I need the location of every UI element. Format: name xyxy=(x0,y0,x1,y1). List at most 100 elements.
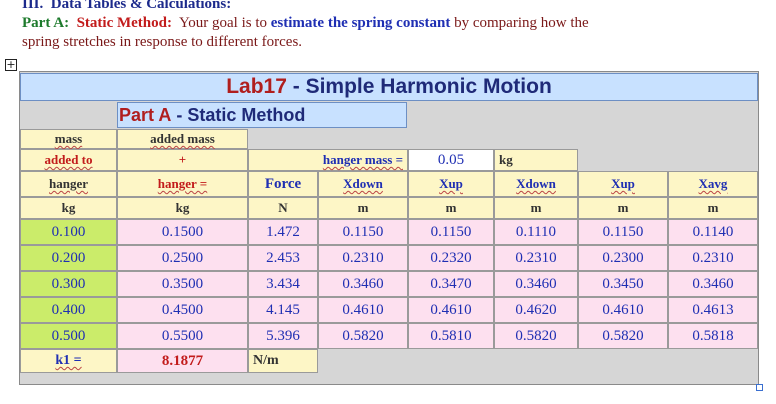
cell-xdown[interactable]: 0.5820 xyxy=(318,323,408,349)
cell-value: 0.1150 xyxy=(342,223,384,240)
move-anchor-icon[interactable]: + xyxy=(5,59,17,71)
subtitle-rest: - Static Method xyxy=(176,104,306,125)
cell-mass[interactable]: 0.100 xyxy=(20,219,117,245)
cell-added-mass[interactable]: 0.5500 xyxy=(117,323,248,349)
cell-value: 0.3460 xyxy=(342,275,384,292)
cell-value: 0.4613 xyxy=(692,301,734,318)
cell-force[interactable]: 3.434 xyxy=(248,271,318,297)
cell-mass[interactable]: 0.500 xyxy=(20,323,117,349)
instruction-line-1: Part A: Static Method: Your goal is to e… xyxy=(22,15,589,32)
cell-xavg[interactable]: 0.5818 xyxy=(668,323,758,349)
col-added-mass-unit: kg xyxy=(175,200,190,215)
cell-xdown[interactable]: 0.1150 xyxy=(318,219,408,245)
col-xdown-unit: m xyxy=(357,200,369,215)
cell-xdown[interactable]: 0.3460 xyxy=(318,271,408,297)
cell-xdown[interactable]: 0.3460 xyxy=(494,271,578,297)
instruction-line-2: spring stretches in response to differen… xyxy=(22,34,303,50)
cell-mass[interactable]: 0.300 xyxy=(20,271,117,297)
col-xdown-header: Xdown xyxy=(516,176,556,191)
cell-value: 0.5820 xyxy=(602,327,644,344)
cell-value: 0.2310 xyxy=(342,249,384,266)
col-added-mass-header: hanger = xyxy=(157,176,208,191)
cell-value: 0.500 xyxy=(51,327,86,344)
heading-number: III. xyxy=(22,0,44,12)
cell-force[interactable]: 5.396 xyxy=(248,323,318,349)
cell-value: 5.396 xyxy=(266,327,300,344)
cell-value: 0.2500 xyxy=(161,249,204,266)
col-mass-unit: kg xyxy=(61,200,76,215)
cell-xup[interactable]: 0.4610 xyxy=(408,297,494,323)
spring-constant-label: k1 = xyxy=(55,353,82,368)
cell-value: 0.4500 xyxy=(161,301,204,318)
cell-force[interactable]: 2.453 xyxy=(248,245,318,271)
cell-xdown[interactable]: 0.4620 xyxy=(494,297,578,323)
heading-text: Data Tables & Calculations: xyxy=(50,0,232,12)
section-heading: III. Data Tables & Calculations: xyxy=(22,0,231,13)
cell-value: 0.2320 xyxy=(430,249,472,266)
cell-value: 0.5810 xyxy=(430,327,472,344)
cell-value: 0.3500 xyxy=(161,275,204,292)
cell-force[interactable]: 4.145 xyxy=(248,297,318,323)
col-added-mass-header: + xyxy=(178,152,187,167)
cell-value: 0.400 xyxy=(51,301,86,318)
cell-xup[interactable]: 0.5810 xyxy=(408,323,494,349)
spring-constant-unit: N/m xyxy=(253,353,279,368)
cell-value: 0.3450 xyxy=(602,275,644,292)
cell-value: 0.5500 xyxy=(161,327,204,344)
cell-xup[interactable]: 0.1150 xyxy=(578,219,668,245)
resize-handle[interactable] xyxy=(756,384,763,391)
cell-added-mass[interactable]: 0.1500 xyxy=(117,219,248,245)
col-mass-header: hanger xyxy=(49,176,88,191)
cell-mass[interactable]: 0.200 xyxy=(20,245,117,271)
cell-xavg[interactable]: 0.2310 xyxy=(668,245,758,271)
cell-value: 0.4610 xyxy=(430,301,472,318)
col-xup-unit: m xyxy=(617,200,629,215)
cell-xup[interactable]: 0.3450 xyxy=(578,271,668,297)
cell-force[interactable]: 1.472 xyxy=(248,219,318,245)
cell-xdown[interactable]: 0.1110 xyxy=(494,219,578,245)
cell-xup[interactable]: 0.3470 xyxy=(408,271,494,297)
hanger-mass-label: hanger mass = xyxy=(322,152,403,167)
cell-xdown[interactable]: 0.5820 xyxy=(494,323,578,349)
method-label: Static Method: xyxy=(76,15,172,31)
cell-value: 0.4610 xyxy=(342,301,384,318)
cell-value: 0.4620 xyxy=(515,301,557,318)
cell-value: 3.434 xyxy=(266,275,300,292)
cell-xavg[interactable]: 0.4613 xyxy=(668,297,758,323)
col-xup-unit: m xyxy=(445,200,457,215)
cell-value: 0.3460 xyxy=(515,275,557,292)
cell-value: 0.1150 xyxy=(430,223,472,240)
cell-value: 0.4610 xyxy=(602,301,644,318)
cell-xdown[interactable]: 0.2310 xyxy=(318,245,408,271)
hanger-mass-value[interactable]: 0.05 xyxy=(438,152,464,169)
cell-xup[interactable]: 0.5820 xyxy=(578,323,668,349)
cell-value: 4.145 xyxy=(266,301,300,318)
cell-value: 0.5820 xyxy=(515,327,557,344)
cell-xup[interactable]: 0.1150 xyxy=(408,219,494,245)
cell-xdown[interactable]: 0.2310 xyxy=(494,245,578,271)
col-mass-header: added to xyxy=(44,152,93,167)
cell-value: 0.3460 xyxy=(692,275,734,292)
embedded-spreadsheet[interactable]: Lab17 - Simple Harmonic Motion Part A - … xyxy=(19,71,759,385)
cell-xup[interactable]: 0.2320 xyxy=(408,245,494,271)
cell-xup[interactable]: 0.4610 xyxy=(578,297,668,323)
cell-mass[interactable]: 0.400 xyxy=(20,297,117,323)
cell-xavg[interactable]: 0.3460 xyxy=(668,271,758,297)
spring-constant-value: 8.1877 xyxy=(161,352,204,369)
cell-value: 0.1140 xyxy=(692,223,734,240)
title-lab: Lab17 xyxy=(226,75,287,98)
col-xdown-unit: m xyxy=(530,200,542,215)
cell-added-mass[interactable]: 0.3500 xyxy=(117,271,248,297)
cell-value: 2.453 xyxy=(266,249,300,266)
col-force-unit: N xyxy=(278,200,288,215)
cell-xup[interactable]: 0.2300 xyxy=(578,245,668,271)
hanger-mass-unit: kg xyxy=(499,152,513,167)
col-xavg-header: Xavg xyxy=(698,176,728,191)
cell-xdown[interactable]: 0.4610 xyxy=(318,297,408,323)
cell-xavg[interactable]: 0.1140 xyxy=(668,219,758,245)
cell-added-mass[interactable]: 0.2500 xyxy=(117,245,248,271)
cell-added-mass[interactable]: 0.4500 xyxy=(117,297,248,323)
col-added-mass-header: added mass xyxy=(150,131,215,146)
sheet-title: Lab17 - Simple Harmonic Motion xyxy=(20,73,758,101)
cell-value: 0.1110 xyxy=(515,223,557,240)
